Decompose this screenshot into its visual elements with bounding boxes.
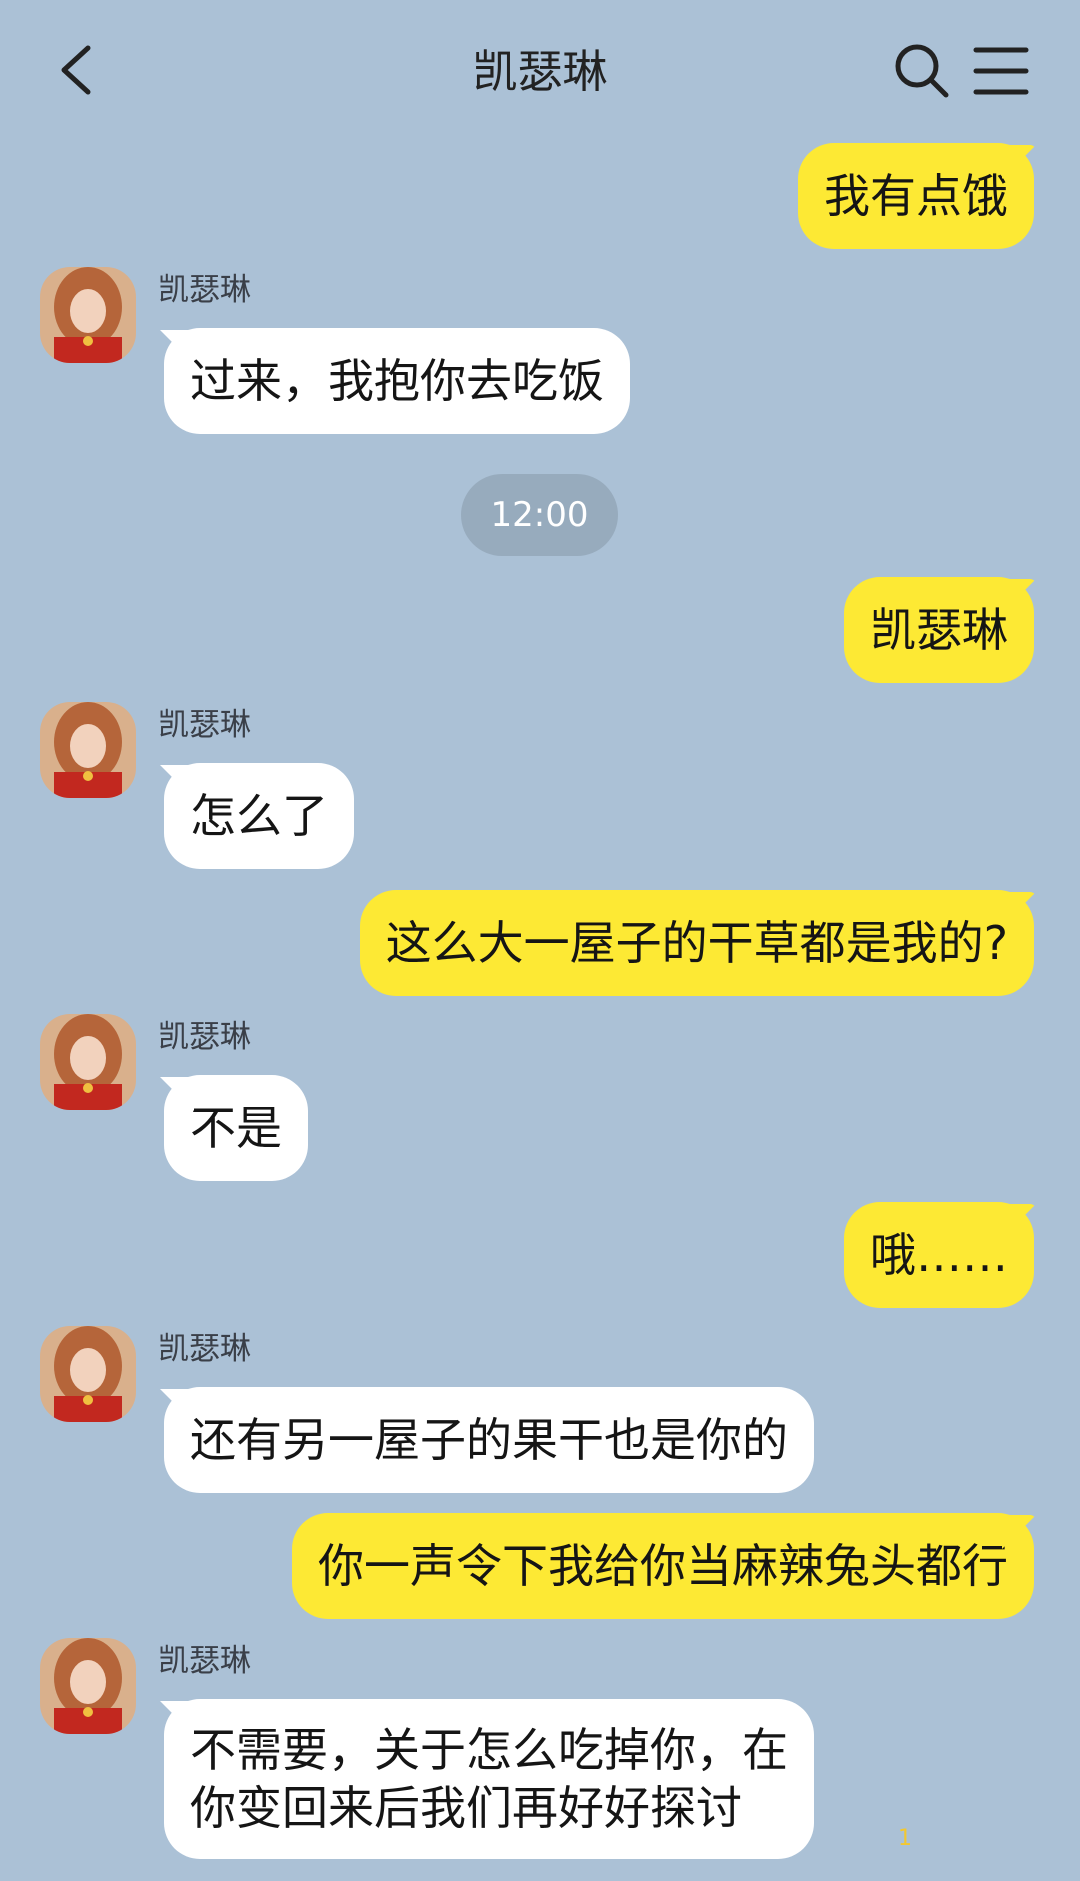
sender-name: 凯瑟琳: [158, 272, 251, 308]
contact-avatar[interactable]: [40, 267, 136, 363]
incoming-message-bubble[interactable]: 还有另一屋子的果干也是你的: [164, 1387, 814, 1493]
contact-avatar[interactable]: [40, 1638, 136, 1734]
timestamp-divider: 12:00: [461, 474, 618, 556]
menu-icon: [973, 47, 1029, 95]
message-line: 不需要，关于怎么吃掉你，在: [190, 1723, 788, 1777]
portrait-image: [40, 1014, 136, 1110]
portrait-image: [40, 1326, 136, 1422]
contact-avatar[interactable]: [40, 1014, 136, 1110]
incoming-message-bubble[interactable]: 不需要，关于怎么吃掉你，在 你变回来后我们再好好探讨: [164, 1699, 814, 1859]
portrait-image: [40, 267, 136, 363]
outgoing-message-bubble[interactable]: 这么大一屋子的干草都是我的?: [359, 890, 1034, 996]
incoming-message-bubble[interactable]: 怎么了: [164, 763, 354, 869]
sender-name: 凯瑟琳: [158, 1019, 251, 1055]
contact-avatar[interactable]: [40, 702, 136, 798]
sender-name: 凯瑟琳: [158, 1331, 251, 1367]
outgoing-message-bubble[interactable]: 我有点饿: [798, 143, 1034, 249]
portrait-image: [40, 1638, 136, 1734]
sender-name: 凯瑟琳: [158, 707, 251, 743]
unread-count: 1: [898, 1826, 912, 1851]
incoming-message-bubble[interactable]: 不是: [164, 1075, 308, 1181]
sender-name: 凯瑟琳: [158, 1643, 251, 1679]
portrait-image: [40, 702, 136, 798]
outgoing-message-bubble[interactable]: 凯瑟琳: [844, 577, 1034, 683]
chat-header: 凯瑟琳: [0, 0, 1080, 140]
incoming-message-bubble[interactable]: 过来，我抱你去吃饭: [164, 328, 630, 434]
outgoing-message-bubble[interactable]: 你一声令下我给你当麻辣兔头都行: [292, 1513, 1034, 1619]
message-line: 你变回来后我们再好好探讨: [190, 1781, 742, 1835]
menu-button[interactable]: [972, 44, 1030, 98]
outgoing-message-bubble[interactable]: 哦……: [844, 1202, 1034, 1308]
search-button[interactable]: [893, 42, 951, 100]
search-icon: [895, 44, 949, 98]
contact-avatar[interactable]: [40, 1326, 136, 1422]
